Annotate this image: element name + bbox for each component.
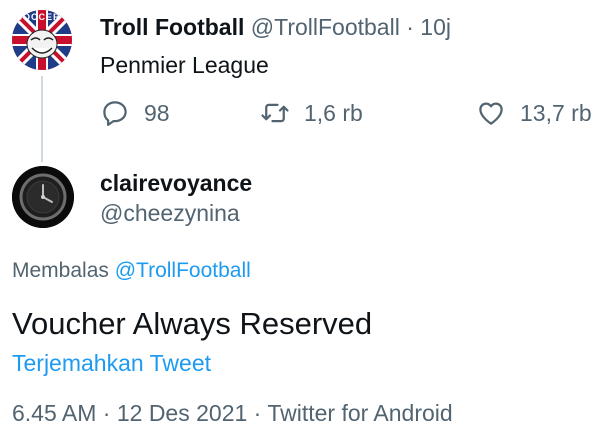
reply-action[interactable]: 98 [100, 96, 170, 130]
parent-avatar[interactable]: SOCCER [12, 10, 72, 70]
parent-display-name[interactable]: Troll Football [100, 14, 244, 40]
reply-count: 98 [144, 99, 170, 126]
avatar-logo-text: SOCCER [16, 12, 61, 22]
heart-icon [479, 102, 503, 125]
reply-icon [103, 101, 127, 126]
reply-handle[interactable]: @cheezynina [100, 200, 240, 227]
retweet-action[interactable]: 1,6 rb [260, 96, 363, 130]
parent-author-line: Troll Football @TrollFootball · 10j [100, 14, 451, 41]
translate-tweet-link[interactable]: Terjemahkan Tweet [12, 350, 211, 377]
tweet-date[interactable]: 12 Des 2021 [117, 400, 247, 426]
thread-connector-line [41, 76, 43, 162]
parent-separator: · [406, 14, 414, 40]
dark-watch-dial-icon [12, 166, 74, 228]
replying-prefix: Membalas [12, 259, 109, 282]
like-action[interactable]: 13,7 rb [476, 96, 592, 130]
meta-separator-2: · [253, 400, 262, 426]
retweet-icon [261, 103, 289, 123]
like-count: 13,7 rb [520, 99, 592, 126]
reply-avatar[interactable] [12, 166, 74, 228]
parent-tweet-text: Penmier League [100, 52, 269, 78]
meta-separator-1: · [102, 400, 111, 426]
replying-to-line: Membalas @TrollFootball [12, 259, 251, 283]
reply-display-name[interactable]: clairevoyance [100, 170, 252, 197]
reply-tweet-text: Voucher Always Reserved [12, 306, 373, 341]
parent-handle[interactable]: @TrollFootball [251, 14, 400, 40]
tweet-metadata: 6.45 AM · 12 Des 2021 · Twitter for Andr… [12, 400, 453, 427]
retweet-count: 1,6 rb [304, 99, 363, 126]
parent-timestamp[interactable]: 10j [420, 14, 451, 40]
replying-to-link[interactable]: @TrollFootball [115, 259, 251, 282]
tweet-time[interactable]: 6.45 AM [12, 400, 96, 426]
tweet-source[interactable]: Twitter for Android [267, 400, 452, 426]
